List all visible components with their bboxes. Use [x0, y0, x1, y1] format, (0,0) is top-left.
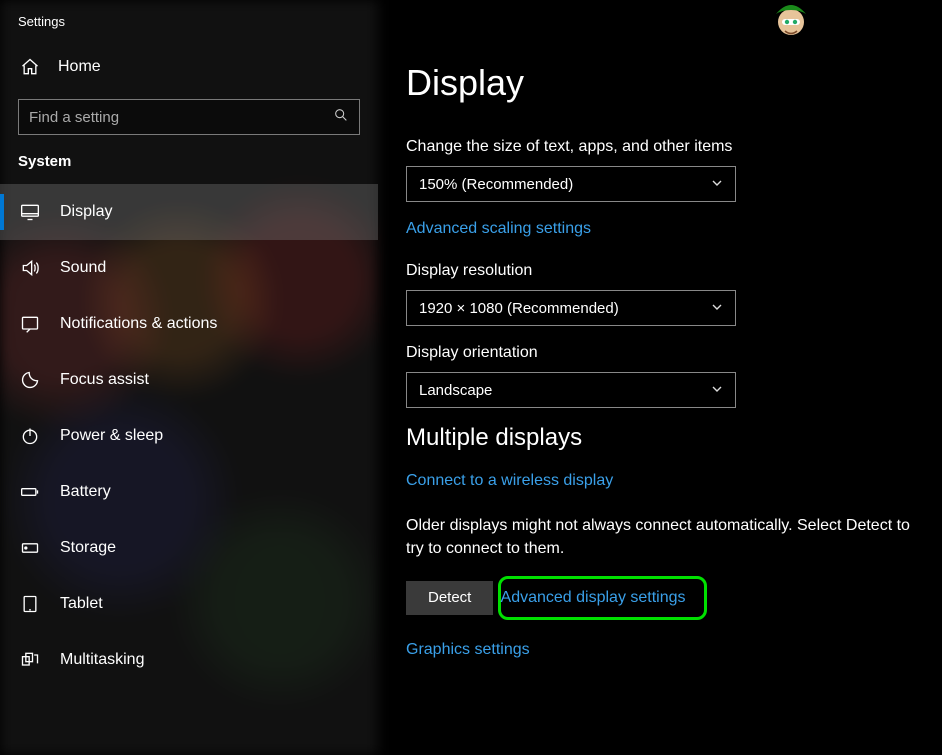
sidebar-item-storage[interactable]: Storage: [0, 520, 378, 576]
sound-icon: [20, 258, 40, 278]
sidebar-item-label: Display: [60, 203, 112, 221]
sidebar-item-label: Multitasking: [60, 651, 144, 669]
sidebar-item-multitasking[interactable]: Multitasking: [0, 632, 378, 688]
sidebar-item-label: Tablet: [60, 595, 103, 613]
sidebar-section-label: System: [0, 153, 378, 184]
display-icon: [20, 202, 40, 222]
detect-button[interactable]: Detect: [406, 581, 493, 615]
multiple-displays-heading: Multiple displays: [406, 424, 928, 452]
resolution-label: Display resolution: [406, 262, 928, 280]
search-icon: [333, 107, 349, 127]
resolution-dropdown[interactable]: 1920 × 1080 (Recommended): [406, 290, 736, 326]
sidebar-item-focus-assist[interactable]: Focus assist: [0, 352, 378, 408]
storage-icon: [20, 538, 40, 558]
focus-assist-icon: [20, 370, 40, 390]
sidebar-item-label: Focus assist: [60, 371, 149, 389]
highlight-box: Advanced display settings: [498, 576, 707, 620]
sidebar-item-power-sleep[interactable]: Power & sleep: [0, 408, 378, 464]
advanced-display-settings-link[interactable]: Advanced display settings: [501, 589, 686, 607]
search-box[interactable]: [18, 99, 360, 135]
sidebar-item-label: Notifications & actions: [60, 315, 217, 333]
sidebar-item-notifications[interactable]: Notifications & actions: [0, 296, 378, 352]
avatar: [770, 0, 812, 42]
older-displays-text: Older displays might not always connect …: [406, 514, 928, 560]
sidebar-nav: Display Sound Notifications & actions Fo…: [0, 184, 378, 688]
scale-label: Change the size of text, apps, and other…: [406, 138, 928, 156]
page-title: Display: [406, 62, 928, 104]
scale-value: 150% (Recommended): [419, 176, 573, 193]
main-panel: Display Change the size of text, apps, a…: [378, 0, 942, 755]
sidebar-item-display[interactable]: Display: [0, 184, 378, 240]
orientation-value: Landscape: [419, 382, 492, 399]
sidebar-item-sound[interactable]: Sound: [0, 240, 378, 296]
chevron-down-icon: [711, 177, 723, 192]
home-icon: [20, 57, 40, 77]
tablet-icon: [20, 594, 40, 614]
sidebar-item-label: Power & sleep: [60, 427, 163, 445]
sidebar-item-tablet[interactable]: Tablet: [0, 576, 378, 632]
notifications-icon: [20, 314, 40, 334]
connect-wireless-link[interactable]: Connect to a wireless display: [406, 472, 613, 490]
app-title: Settings: [0, 14, 378, 47]
orientation-dropdown[interactable]: Landscape: [406, 372, 736, 408]
sidebar-item-label: Battery: [60, 483, 111, 501]
multitasking-icon: [20, 650, 40, 670]
resolution-value: 1920 × 1080 (Recommended): [419, 300, 619, 317]
chevron-down-icon: [711, 383, 723, 398]
graphics-settings-link[interactable]: Graphics settings: [406, 641, 530, 659]
scale-dropdown[interactable]: 150% (Recommended): [406, 166, 736, 202]
orientation-label: Display orientation: [406, 344, 928, 362]
search-input[interactable]: [29, 109, 333, 126]
sidebar: Settings Home System Display: [0, 0, 378, 755]
battery-icon: [20, 482, 40, 502]
sidebar-item-battery[interactable]: Battery: [0, 464, 378, 520]
sidebar-item-label: Sound: [60, 259, 106, 277]
chevron-down-icon: [711, 301, 723, 316]
nav-home[interactable]: Home: [0, 47, 378, 87]
advanced-scaling-link[interactable]: Advanced scaling settings: [406, 220, 591, 238]
home-label: Home: [58, 58, 101, 76]
sidebar-item-label: Storage: [60, 539, 116, 557]
power-icon: [20, 426, 40, 446]
